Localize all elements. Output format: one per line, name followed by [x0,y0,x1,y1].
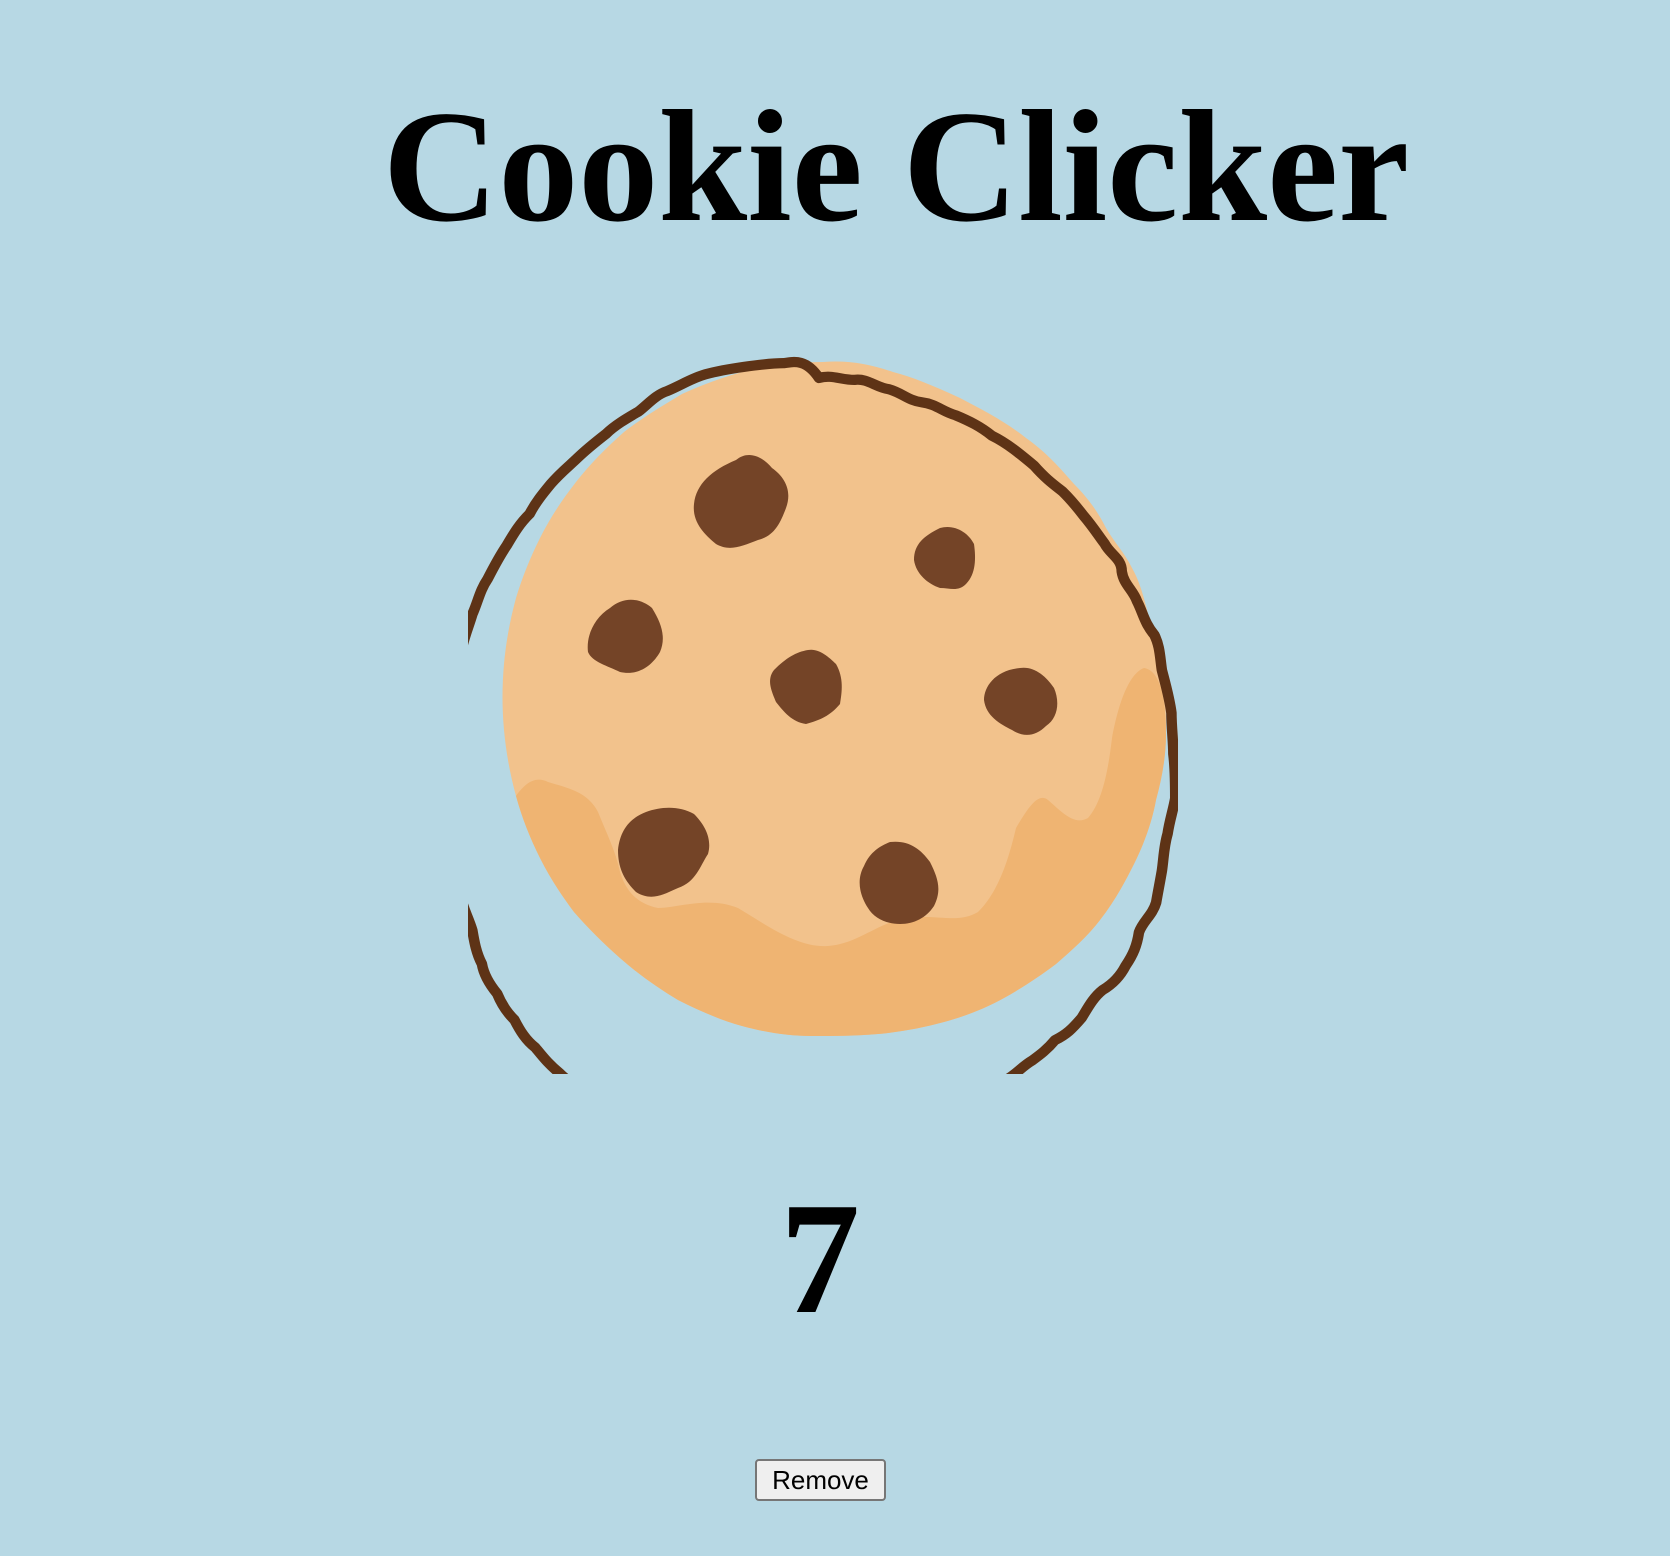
remove-button[interactable]: Remove [755,1459,886,1501]
page-title: Cookie Clicker [382,77,1410,255]
cookie-icon [468,356,1178,1074]
cookie-count: 7 [780,1169,860,1347]
cookie-button[interactable] [468,352,1178,1074]
page: Cookie Clicker 7 Remove [0,0,1670,1556]
